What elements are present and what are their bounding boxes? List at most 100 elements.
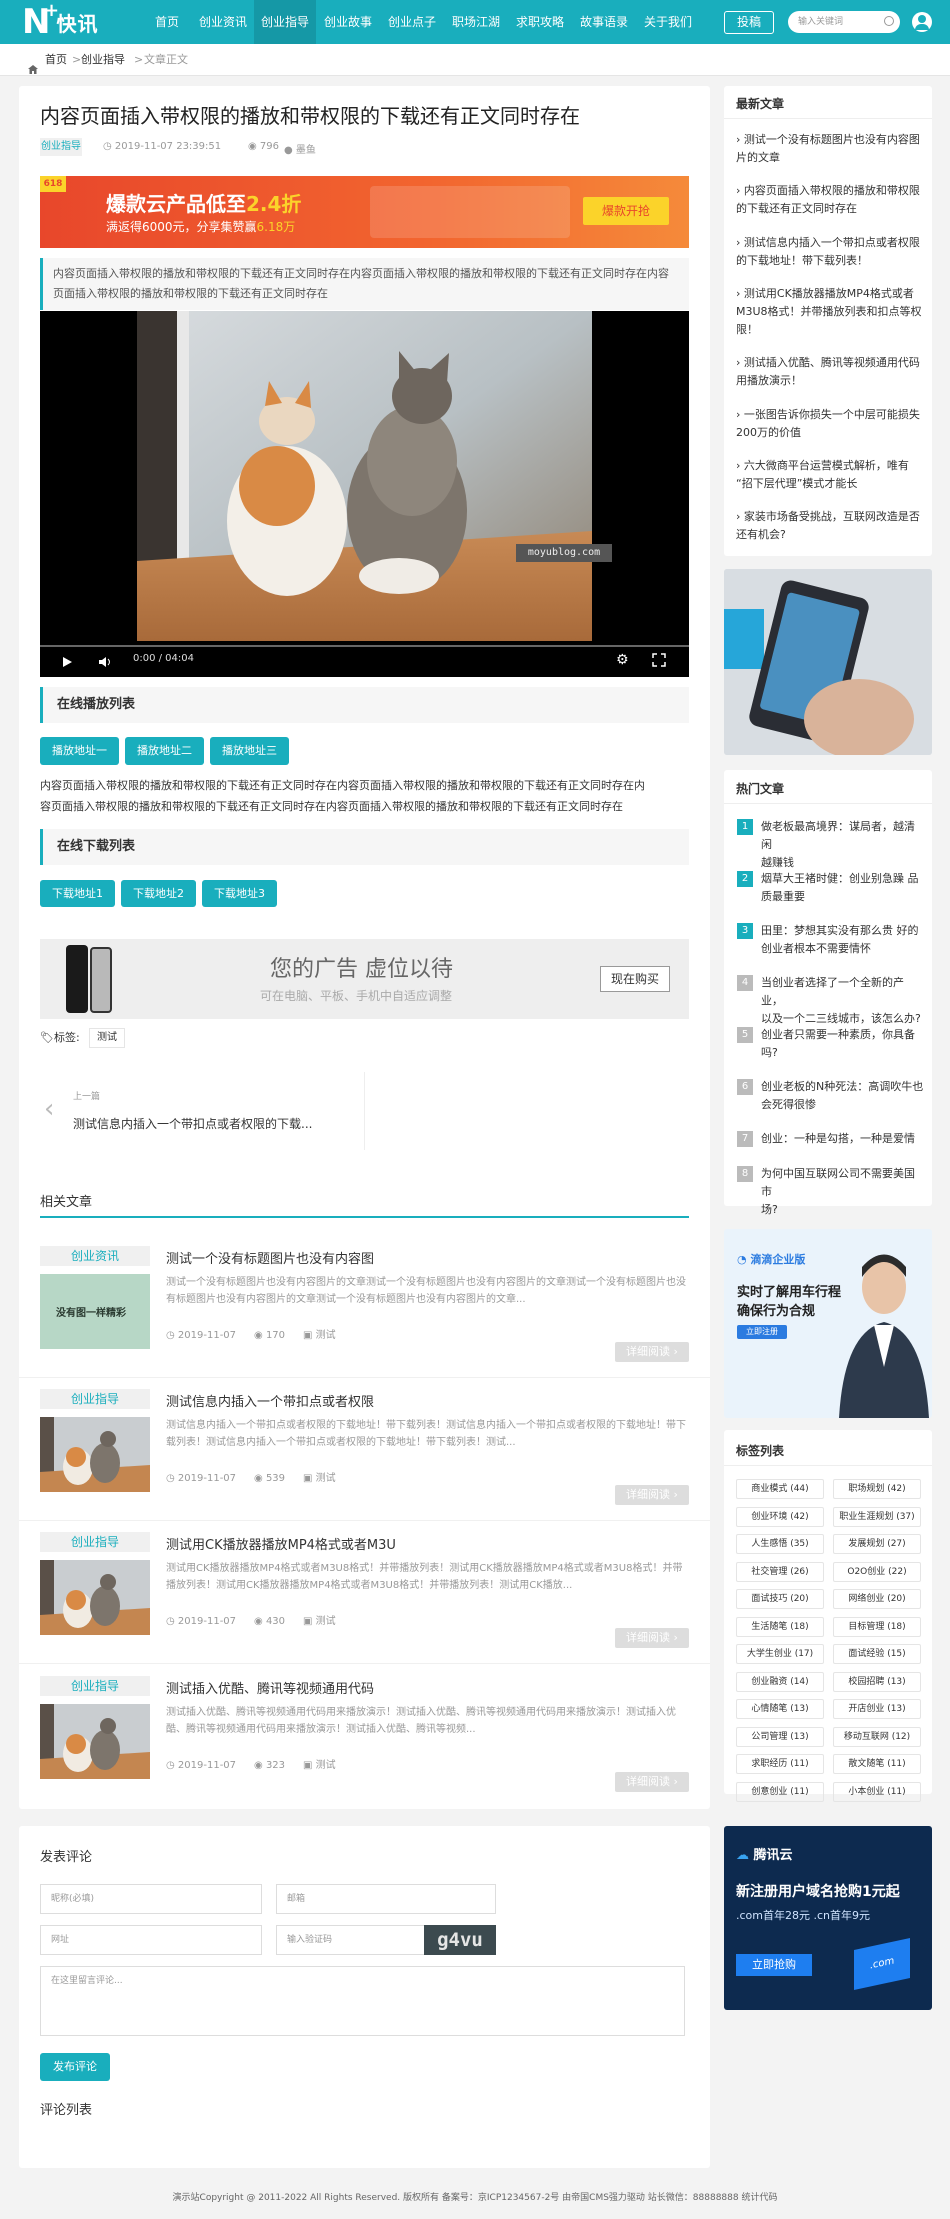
tag-link[interactable]: 职业生涯规划 (37) xyxy=(833,1506,921,1527)
tag-link[interactable]: 目标管理 (18) xyxy=(833,1616,921,1637)
related-tag[interactable]: 测试 xyxy=(316,1330,336,1341)
download-button-1[interactable]: 下载地址1 xyxy=(40,880,115,907)
tag-link[interactable]: 发展规划 (27) xyxy=(833,1534,921,1554)
read-more-button[interactable]: 详细阅读 › xyxy=(615,1628,689,1648)
latest-article-link[interactable]: › 一张图告诉你损失一个中层可能损失 200万的价值 xyxy=(736,406,922,442)
tag-item[interactable]: 测试 xyxy=(89,1028,125,1048)
phone-ad-image[interactable] xyxy=(724,569,932,755)
comment-textarea[interactable]: 在这里留言评论... xyxy=(40,1966,685,2036)
breadcrumb-category[interactable]: 创业指导 xyxy=(81,44,125,76)
play-button-3[interactable]: 播放地址三 xyxy=(210,737,289,765)
nav-item-workplace[interactable]: 职场江湖 xyxy=(444,0,508,44)
hot-article-link[interactable]: 创业者只需要一种素质，你具备 吗? xyxy=(761,1026,925,1062)
tag-link[interactable]: 创业环境 (42) xyxy=(736,1506,824,1527)
download-button-2[interactable]: 下载地址2 xyxy=(121,880,196,907)
nav-item-ideas[interactable]: 创业点子 xyxy=(380,0,444,44)
latest-article-link[interactable]: › 测试插入优酷、腾讯等视频通用代码 用播放演示！ xyxy=(736,354,922,390)
tag-link[interactable]: 生活随笔 (18) xyxy=(736,1616,824,1637)
captcha-field[interactable]: 输入验证码 xyxy=(276,1925,426,1955)
video-player[interactable]: moyublog.com 0:00 / 04:04 ⚙ xyxy=(40,311,689,677)
latest-article-link[interactable]: › 测试一个没有标题图片也没有内容图 片的文章 xyxy=(736,131,922,167)
url-field[interactable]: 网址 xyxy=(40,1925,262,1955)
read-more-button[interactable]: 详细阅读 › xyxy=(615,1342,689,1362)
didi-register-button[interactable]: 立即注册 xyxy=(737,1325,787,1339)
search-icon[interactable] xyxy=(884,16,894,26)
tag-link[interactable]: 开店创业 (13) xyxy=(833,1699,921,1719)
tag-link[interactable]: 网络创业 (20) xyxy=(833,1589,921,1609)
nav-item-guide[interactable]: 创业指导 xyxy=(254,0,316,44)
name-field[interactable]: 昵称(必填) xyxy=(40,1884,262,1914)
ad-placeholder[interactable]: 您的广告 虚位以待 可在电脑、平板、手机中自适应调整 现在购买 xyxy=(40,939,689,1019)
related-title[interactable]: 测试用CK播放器播放MP4格式或者M3U xyxy=(166,1534,396,1553)
tencent-cloud-ad[interactable]: ☁ 腾讯云 新注册用户域名抢购1元起 .com首年28元 .cn首年9元 立即抢… xyxy=(724,1826,932,2010)
tag-link[interactable]: 面试技巧 (20) xyxy=(736,1589,824,1609)
latest-article-link[interactable]: › 家装市场备受挑战，互联网改造是否 还有机会? xyxy=(736,508,922,544)
tag-link[interactable]: 大学生创业 (17) xyxy=(736,1644,824,1664)
download-button-3[interactable]: 下载地址3 xyxy=(202,880,277,907)
play-icon[interactable] xyxy=(61,653,73,667)
fullscreen-icon[interactable] xyxy=(652,652,666,667)
tag-link[interactable]: 创业融资 (14) xyxy=(736,1671,824,1692)
tag-link[interactable]: 面试经验 (15) xyxy=(833,1644,921,1664)
buy-now-button[interactable]: 现在购买 xyxy=(600,966,670,992)
nav-item-about[interactable]: 关于我们 xyxy=(636,0,700,44)
related-tag[interactable]: 测试 xyxy=(316,1616,336,1627)
tag-link[interactable]: 职场规划 (42) xyxy=(833,1479,921,1499)
read-more-button[interactable]: 详细阅读 › xyxy=(615,1485,689,1505)
nav-item-quotes[interactable]: 故事语录 xyxy=(572,0,636,44)
tag-link[interactable]: 求职经历 (11) xyxy=(736,1754,824,1774)
breadcrumb-home[interactable]: 首页 xyxy=(45,44,67,76)
user-icon[interactable] xyxy=(912,12,932,32)
play-button-1[interactable]: 播放地址一 xyxy=(40,737,119,765)
banner-cta-button[interactable]: 爆款开抢 xyxy=(583,197,669,225)
didi-ad[interactable]: ◔ 滴滴企业版 实时了解用车行程 确保行为合规 立即注册 xyxy=(724,1229,932,1418)
hot-article-link[interactable]: 创业老板的N种死法：高调吹牛也 会死得很惨 xyxy=(761,1078,925,1114)
related-title[interactable]: 测试信息内插入一个带扣点或者权限 xyxy=(166,1391,374,1410)
search-input[interactable]: 输入关键词 xyxy=(788,11,900,33)
related-category[interactable]: 创业指导 xyxy=(40,1676,150,1696)
nav-item-story[interactable]: 创业故事 xyxy=(316,0,380,44)
hot-article-link[interactable]: 烟草大王褚时健：创业别急躁 品质最重要 xyxy=(761,870,925,906)
tag-link[interactable]: 社交管理 (26) xyxy=(736,1561,824,1582)
read-more-button[interactable]: 详细阅读 › xyxy=(615,1772,689,1792)
nav-item-news[interactable]: 创业资讯 xyxy=(192,0,254,44)
related-tag[interactable]: 测试 xyxy=(316,1760,336,1771)
hot-article-link[interactable]: 田里：梦想其实没有那么贵 好的 创业者根本不需要情怀 xyxy=(761,922,925,958)
related-category[interactable]: 创业指导 xyxy=(40,1389,150,1409)
latest-article-link[interactable]: › 测试信息内插入一个带扣点或者权限 的下载地址！带下载列表！ xyxy=(736,234,922,270)
volume-icon[interactable] xyxy=(98,653,112,667)
nav-item-home[interactable]: 首页 xyxy=(142,0,192,44)
hot-article-link[interactable]: 做老板最高境界：谋局者，越清闲 越赚钱 xyxy=(761,818,925,872)
submit-article-button[interactable]: 投稿 xyxy=(724,11,774,34)
tag-link[interactable]: 散文随笔 (11) xyxy=(833,1754,921,1774)
tag-link[interactable]: 创意创业 (11) xyxy=(736,1781,824,1802)
site-logo[interactable]: N + 快讯 xyxy=(22,0,98,40)
latest-article-link[interactable]: › 六大微商平台运营模式解析，唯有 “招下层代理”模式才能长 xyxy=(736,457,922,493)
related-category[interactable]: 创业资讯 xyxy=(40,1246,150,1266)
hot-article-link[interactable]: 为何中国互联网公司不需要美国市 场? xyxy=(761,1165,925,1219)
post-comment-button[interactable]: 发布评论 xyxy=(40,2053,110,2081)
promo-banner[interactable]: 618 爆款云产品低至2.4折 满返得6000元，分享集赞赢6.18万 爆款开抢 xyxy=(40,176,689,248)
hot-article-link[interactable]: 当创业者选择了一个全新的产业， 以及一个二三线城市，该怎么办? xyxy=(761,974,925,1028)
captcha-image[interactable]: g4vu xyxy=(424,1925,496,1955)
nav-item-jobs[interactable]: 求职攻略 xyxy=(508,0,572,44)
related-thumbnail[interactable]: 没有图一样精彩 xyxy=(40,1274,150,1349)
tag-link[interactable]: 商业模式 (44) xyxy=(736,1479,824,1499)
prev-article-link[interactable]: ‹ 上一篇 测试信息内插入一个带扣点或者权限的下载... xyxy=(40,1072,365,1150)
tag-link[interactable]: O2O创业 (22) xyxy=(833,1561,921,1582)
play-button-2[interactable]: 播放地址二 xyxy=(125,737,204,765)
tag-link[interactable]: 公司管理 (13) xyxy=(736,1726,824,1747)
tag-link[interactable]: 校园招聘 (13) xyxy=(833,1671,921,1692)
related-title[interactable]: 测试一个没有标题图片也没有内容图 xyxy=(166,1248,374,1267)
settings-gear-icon[interactable]: ⚙ xyxy=(616,652,629,668)
tag-link[interactable]: 小本创业 (11) xyxy=(833,1781,921,1802)
hot-article-link[interactable]: 创业：一种是勾搭，一种是爱情 xyxy=(761,1130,925,1148)
tag-link[interactable]: 移动互联网 (12) xyxy=(833,1726,921,1747)
latest-article-link[interactable]: › 内容页面插入带权限的播放和带权限 的下载还有正文同时存在 xyxy=(736,182,922,218)
tencent-buy-button[interactable]: 立即抢购 xyxy=(736,1954,812,1976)
related-thumbnail[interactable] xyxy=(40,1417,150,1492)
email-field[interactable]: 邮箱 xyxy=(276,1884,496,1914)
tag-link[interactable]: 人生感悟 (35) xyxy=(736,1534,824,1554)
related-category[interactable]: 创业指导 xyxy=(40,1532,150,1552)
latest-article-link[interactable]: › 测试用CK播放器播放MP4格式或者 M3U8格式！并带播放列表和扣点等权 限！ xyxy=(736,285,922,339)
